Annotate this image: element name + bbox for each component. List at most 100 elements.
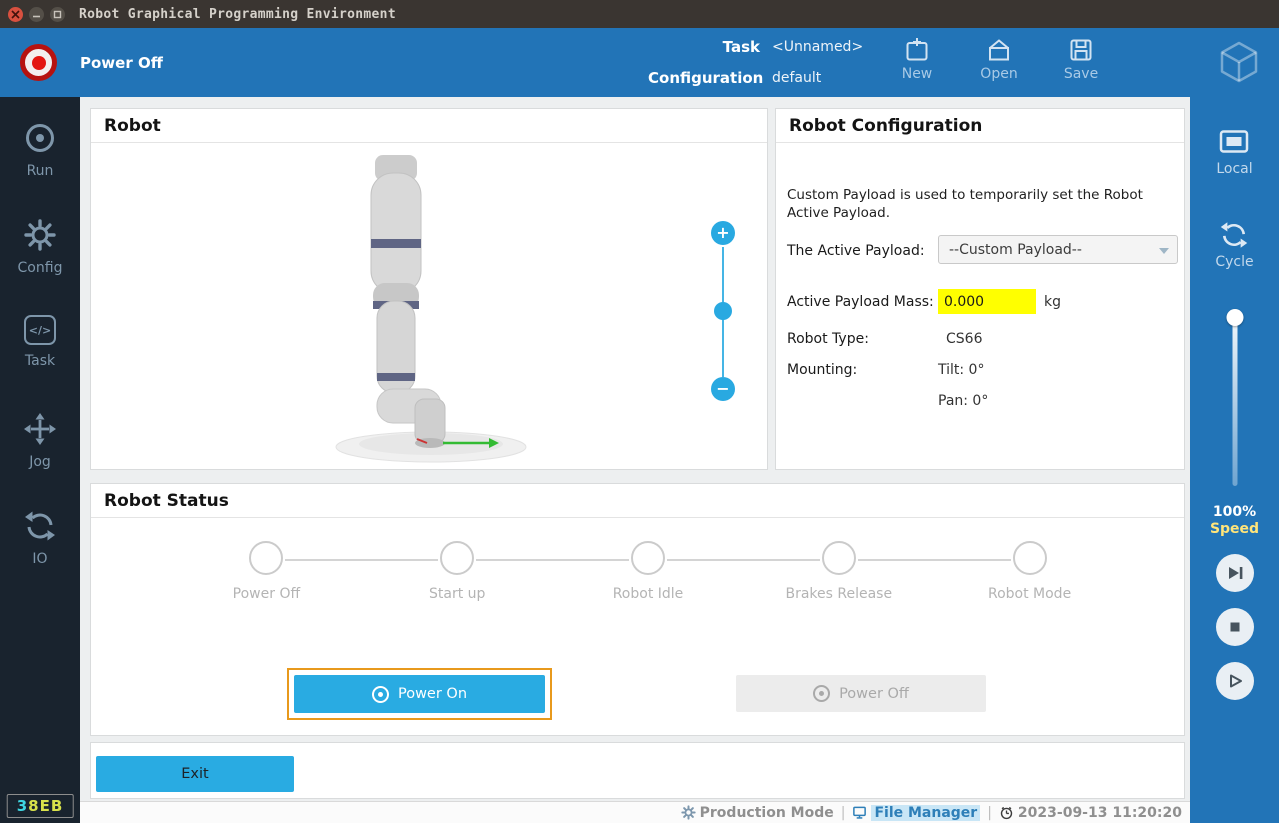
production-mode-button[interactable]: Production Mode (681, 805, 834, 821)
sidebar-item-label: Run (27, 163, 54, 180)
zoom-slider-handle[interactable] (714, 302, 732, 320)
step-indicator (249, 541, 283, 575)
zoom-out-button[interactable]: − (711, 377, 735, 401)
play-button[interactable] (1216, 662, 1254, 700)
header-actions: New Open Save (890, 37, 1108, 82)
new-icon (904, 37, 930, 63)
power-dot-icon (32, 56, 46, 70)
badge-part1: 3 (17, 797, 28, 815)
statusbar-separator: | (841, 805, 846, 821)
robot-panel: Robot + − (90, 108, 768, 470)
play-icon (1225, 671, 1245, 691)
stop-button[interactable] (1216, 608, 1254, 646)
payload-mass-input[interactable] (938, 289, 1036, 314)
status-step-brakes-release: Brakes Release (743, 541, 934, 602)
robot-status-panel: Robot Status Power Off Start up Robot Id… (90, 483, 1185, 736)
save-button[interactable]: Save (1054, 37, 1108, 82)
step-label: Robot Idle (613, 586, 684, 602)
active-payload-label: The Active Payload: (787, 243, 925, 259)
play-to-end-icon (1225, 563, 1245, 583)
move-arrows-icon (23, 412, 57, 446)
robot-id-badge: 38EB (7, 794, 74, 818)
window-title: Robot Graphical Programming Environment (79, 7, 396, 22)
left-sidebar: Run Config </> Task (0, 97, 80, 823)
local-label: Local (1216, 161, 1252, 178)
status-step-robot-idle: Robot Idle (553, 541, 744, 602)
window-minimize-button[interactable] (29, 7, 44, 22)
new-button[interactable]: New (890, 37, 944, 82)
configuration-label: Configuration (648, 69, 760, 87)
minimize-icon (32, 10, 41, 19)
sidebar-item-label: IO (32, 551, 47, 568)
speed-value: 100% (1210, 504, 1259, 521)
step-label: Start up (429, 586, 485, 602)
local-mode-button[interactable]: Local (1216, 129, 1252, 180)
robot-power-indicator-icon[interactable] (20, 44, 57, 81)
maximize-icon (53, 10, 62, 19)
right-sidebar: Local Cycle 100% Speed (1190, 97, 1279, 823)
zoom-in-button[interactable]: + (711, 221, 735, 245)
titlebar: Robot Graphical Programming Environment (0, 0, 1279, 28)
sidebar-item-task[interactable]: </> Task (24, 315, 56, 374)
task-label: Task (648, 38, 760, 56)
robot-status-body: Power Off Start up Robot Idle Brakes Rel… (91, 518, 1184, 735)
robot-3d-viewport[interactable]: + − (91, 143, 767, 469)
step-run-button[interactable] (1216, 554, 1254, 592)
sidebar-item-label: Jog (29, 454, 51, 471)
cycle-arrows-icon (23, 509, 57, 543)
gear-icon (23, 218, 57, 252)
statusbar: Production Mode | File Manager | 2023-09… (80, 801, 1190, 823)
speed-label: Speed (1210, 521, 1259, 538)
step-label: Power Off (233, 586, 300, 602)
custom-payload-description: Custom Payload is used to temporarily se… (787, 186, 1175, 222)
sidebar-item-label: Config (18, 260, 63, 277)
save-button-label: Save (1064, 66, 1098, 82)
robot-configuration-panel: Robot Configuration Custom Payload is us… (775, 108, 1185, 470)
mounting-pan-value: Pan: 0° (938, 393, 988, 409)
sidebar-item-run[interactable]: Run (23, 121, 57, 180)
status-step-power-off: Power Off (171, 541, 362, 602)
step-label: Robot Mode (988, 586, 1071, 602)
file-manager-label[interactable]: File Manager (871, 805, 980, 821)
sidebar-item-io[interactable]: IO (23, 509, 57, 568)
production-mode-label: Production Mode (700, 805, 834, 821)
open-button[interactable]: Open (972, 37, 1026, 82)
robot-type-label: Robot Type: (787, 331, 869, 347)
sidebar-item-config[interactable]: Config (18, 218, 63, 277)
speed-slider[interactable] (1224, 307, 1246, 492)
step-indicator (631, 541, 665, 575)
robot-state-label: Power Off (80, 54, 163, 72)
application-window: Robot Graphical Programming Environment … (0, 0, 1279, 823)
file-manager-button[interactable]: File Manager (852, 805, 980, 821)
power-on-label: Power On (398, 686, 467, 702)
badge-part2: 8EB (28, 797, 63, 815)
power-off-button[interactable]: Power Off (736, 675, 986, 712)
window-maximize-button[interactable] (50, 7, 65, 22)
power-on-button[interactable]: Power On (294, 675, 545, 713)
cycle-mode-button[interactable]: Cycle (1215, 220, 1253, 271)
save-icon (1068, 37, 1094, 63)
power-on-highlight-frame: Power On (287, 668, 552, 720)
code-icon: </> (24, 315, 56, 345)
exit-button[interactable]: Exit (96, 756, 294, 792)
window-close-button[interactable] (8, 7, 23, 22)
power-icon (813, 685, 830, 702)
close-icon (11, 10, 20, 19)
production-mode-icon (681, 805, 696, 820)
mounting-label: Mounting: (787, 362, 857, 378)
speed-slider-track[interactable] (1232, 313, 1237, 486)
clock-icon (999, 805, 1014, 820)
robot-3d-view[interactable] (331, 151, 531, 466)
task-value: <Unnamed> (772, 39, 863, 55)
step-indicator (440, 541, 474, 575)
sidebar-item-jog[interactable]: Jog (23, 412, 57, 471)
speed-slider-handle[interactable] (1226, 309, 1243, 326)
active-payload-select[interactable]: --Custom Payload-- (938, 235, 1178, 264)
robot-type-value: CS66 (946, 331, 982, 347)
chevron-down-icon (1159, 248, 1169, 254)
status-step-start-up: Start up (362, 541, 553, 602)
power-off-label: Power Off (839, 686, 909, 702)
exit-panel: Exit (90, 742, 1185, 799)
payload-mass-unit: kg (1044, 294, 1061, 310)
statusbar-separator: | (987, 805, 992, 821)
